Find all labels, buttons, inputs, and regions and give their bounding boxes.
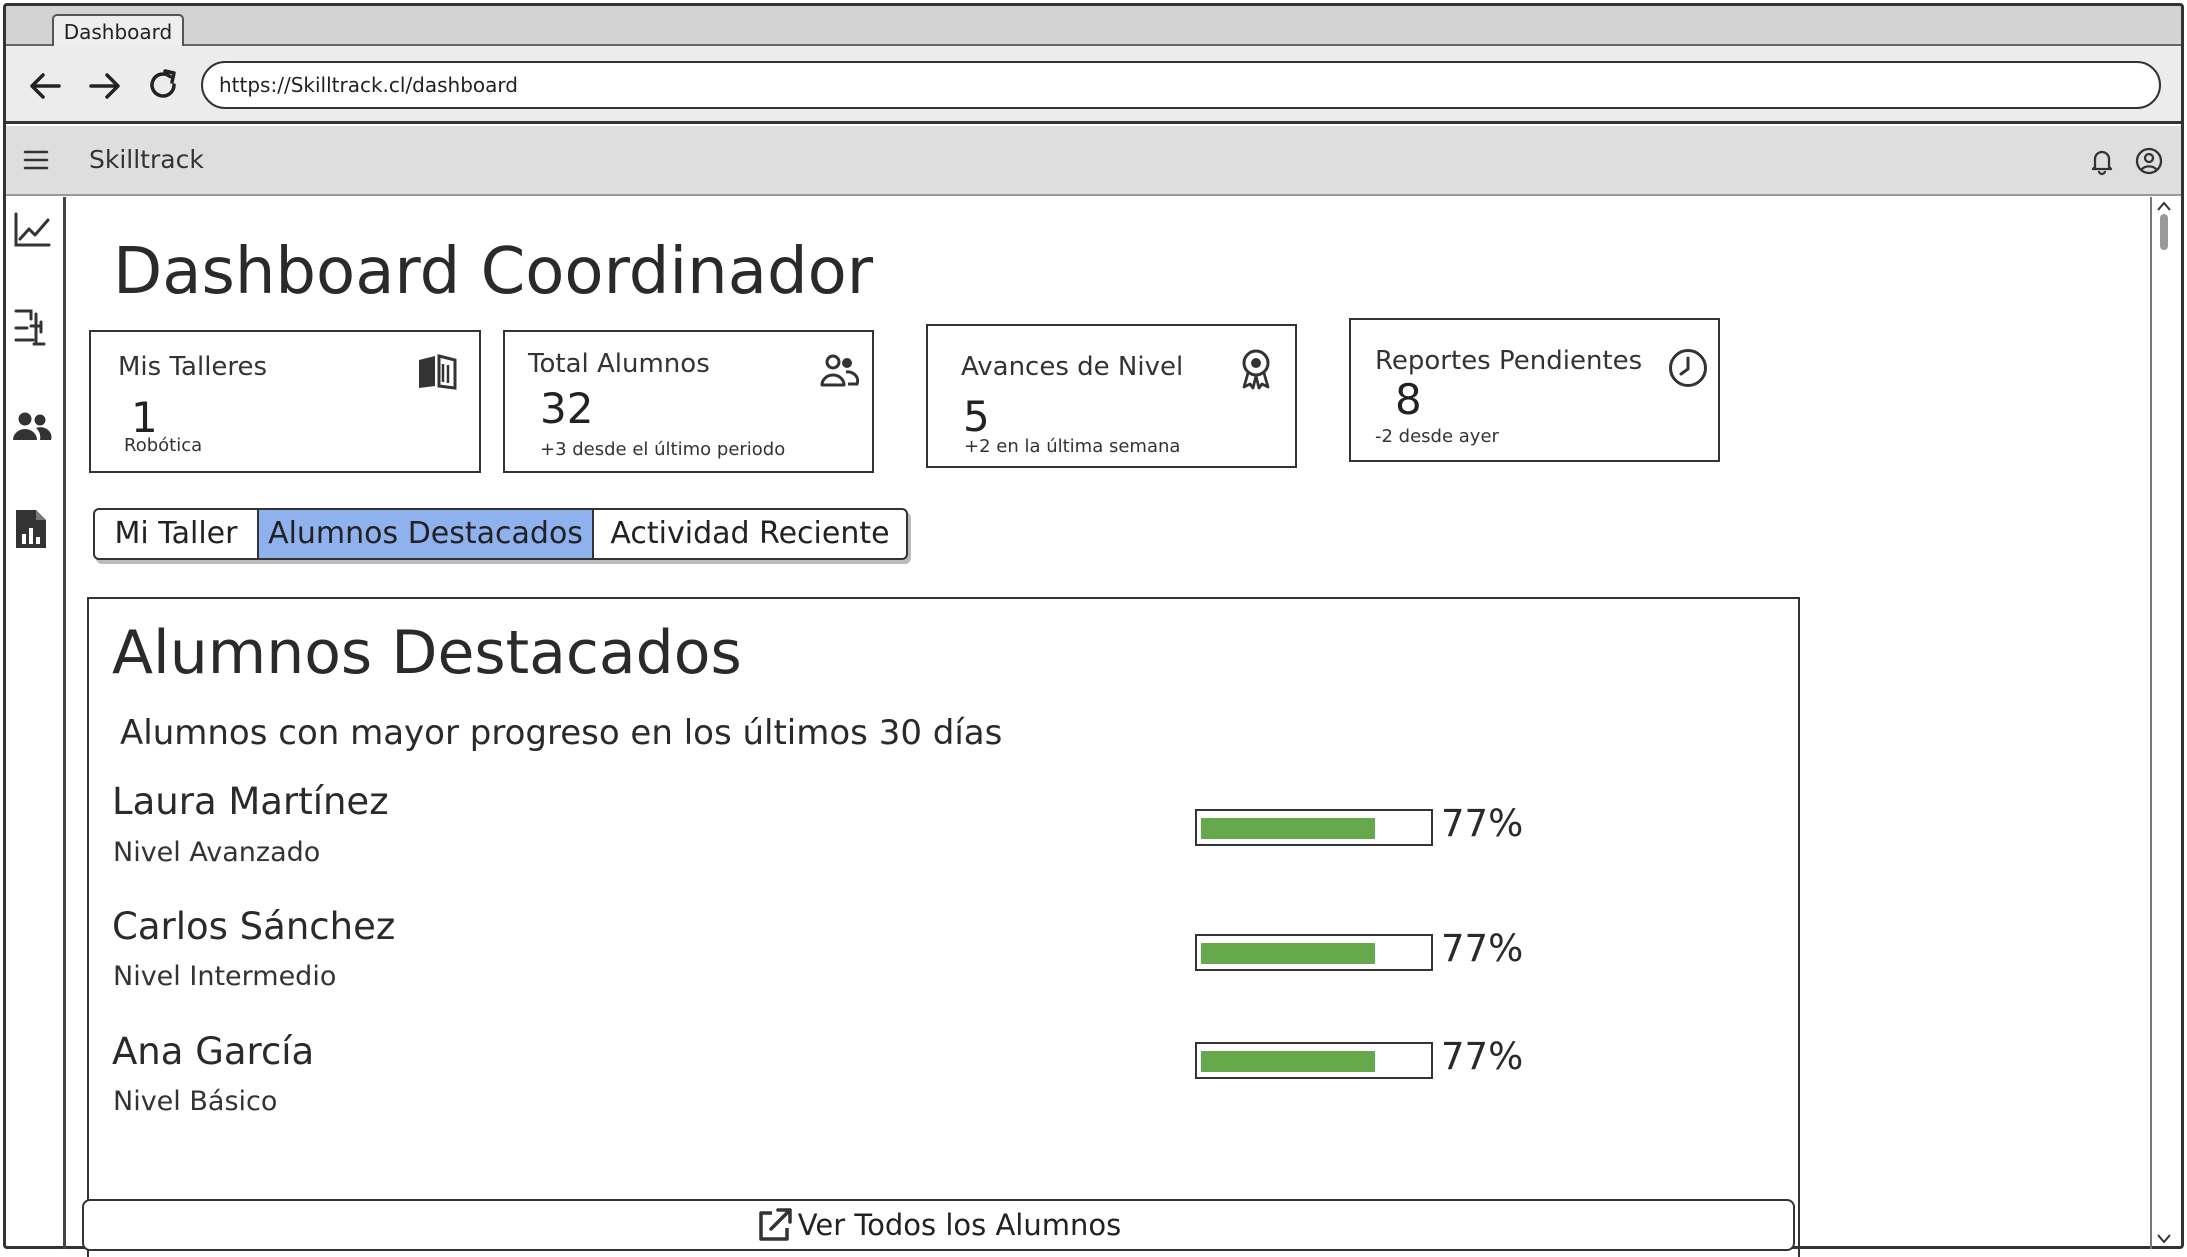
- tab-mi-taller[interactable]: Mi Taller: [95, 510, 259, 558]
- stat-card-avances: Avances de Nivel 5 +2 en la última seman…: [926, 324, 1297, 468]
- progress-bar: [1195, 809, 1433, 846]
- progress-percent: 77%: [1441, 802, 1524, 845]
- card-subtext: +3 desde el último periodo: [540, 439, 786, 460]
- card-title: Mis Talleres: [118, 352, 268, 382]
- app-header: [6, 126, 2181, 196]
- users-icon[interactable]: [12, 406, 52, 446]
- hamburger-menu-icon[interactable]: [22, 146, 50, 174]
- student-name: Ana García: [112, 1030, 315, 1073]
- external-link-icon: [756, 1206, 794, 1244]
- bell-icon[interactable]: [2087, 146, 2117, 176]
- tab-alumnos-destacados[interactable]: Alumnos Destacados: [259, 510, 594, 558]
- card-value: 8: [1395, 375, 1422, 424]
- student-level: Nivel Básico: [113, 1086, 278, 1117]
- scrollbar[interactable]: [2150, 197, 2176, 1249]
- panel-subtitle: Alumnos con mayor progreso en los último…: [120, 713, 1003, 753]
- line-chart-icon[interactable]: [12, 210, 52, 250]
- panel-title: Alumnos Destacados: [112, 618, 742, 688]
- app-name: Skilltrack: [89, 145, 204, 174]
- student-level: Nivel Intermedio: [113, 961, 337, 992]
- stat-card-reportes: Reportes Pendientes 8 -2 desde ayer: [1349, 318, 1720, 462]
- progress-fill: [1201, 1051, 1375, 1072]
- student-level: Nivel Avanzado: [113, 837, 321, 868]
- tab-bar: Mi Taller Alumnos Destacados Actividad R…: [93, 508, 908, 560]
- user-account-icon[interactable]: [2134, 146, 2164, 176]
- clock-icon: [1667, 347, 1709, 389]
- scroll-down-icon[interactable]: [2155, 1232, 2173, 1246]
- report-icon[interactable]: [14, 508, 48, 550]
- page-title: Dashboard Coordinador: [113, 235, 874, 309]
- card-subtext: Robótica: [124, 435, 203, 456]
- card-subtext: -2 desde ayer: [1375, 426, 1499, 447]
- scroll-thumb[interactable]: [2160, 214, 2168, 250]
- card-title: Total Alumnos: [528, 349, 710, 379]
- progress-fill: [1201, 943, 1375, 964]
- progress-bar: [1195, 934, 1433, 971]
- scroll-up-icon[interactable]: [2155, 199, 2173, 213]
- workshop-icon[interactable]: [12, 306, 52, 348]
- progress-percent: 77%: [1441, 927, 1524, 970]
- card-subtext: +2 en la última semana: [964, 436, 1181, 457]
- student-name: Carlos Sánchez: [112, 905, 396, 948]
- card-title: Reportes Pendientes: [1375, 346, 1643, 376]
- stat-card-alumnos: Total Alumnos 32 +3 desde el último peri…: [503, 330, 874, 473]
- card-title: Avances de Nivel: [961, 352, 1184, 382]
- view-all-label: Ver Todos los Alumnos: [797, 1208, 1122, 1242]
- sidebar: [6, 197, 66, 1249]
- book-icon: [416, 354, 458, 390]
- users-icon: [819, 352, 859, 388]
- award-icon: [1238, 348, 1274, 390]
- view-all-students-button[interactable]: Ver Todos los Alumnos: [82, 1199, 1795, 1251]
- progress-percent: 77%: [1441, 1035, 1524, 1078]
- progress-fill: [1201, 818, 1375, 839]
- student-name: Laura Martínez: [112, 780, 389, 823]
- card-value: 32: [540, 384, 594, 433]
- progress-bar: [1195, 1042, 1433, 1079]
- stat-card-talleres: Mis Talleres 1 Robótica: [89, 330, 481, 473]
- tab-actividad-reciente[interactable]: Actividad Reciente: [594, 510, 906, 558]
